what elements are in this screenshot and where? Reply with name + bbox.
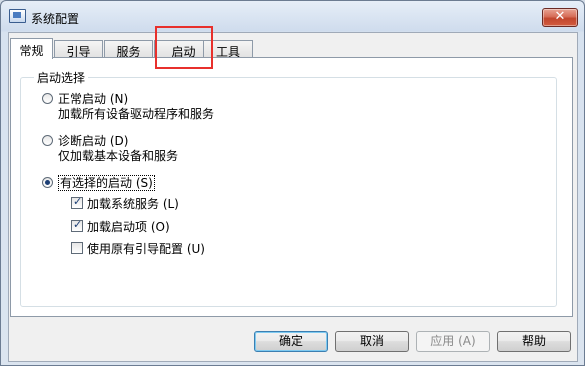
normal-startup-description: 加载所有设备驱动程序和服务 (58, 107, 215, 121)
use-original-boot-config-checkbox[interactable] (71, 242, 83, 254)
selective-startup-radio[interactable] (42, 177, 53, 188)
close-button[interactable]: ✕ (542, 8, 578, 27)
load-startup-items-checkbox[interactable] (71, 218, 83, 232)
diagnostic-startup-radio[interactable] (42, 135, 53, 146)
highlight-box (155, 26, 213, 69)
window-title: 系统配置 (31, 12, 80, 26)
load-system-services-checkbox[interactable] (71, 195, 83, 209)
msconfig-app-icon (9, 9, 26, 23)
tab-services[interactable]: 服务 (104, 40, 153, 59)
use-original-boot-config-label[interactable]: 使用原有引导配置 (U) (87, 240, 205, 257)
tab-general[interactable]: 常规 (10, 38, 53, 59)
normal-startup-radio[interactable] (42, 93, 53, 104)
load-system-services-label[interactable]: 加载系统服务 (L) (87, 195, 179, 212)
title-bar[interactable]: 系统配置 ✕ (1, 1, 584, 31)
apply-button[interactable]: 应用 (A) (416, 331, 490, 352)
cancel-button[interactable]: 取消 (335, 331, 409, 352)
startup-selection-label: 启动选择 (34, 69, 89, 86)
load-startup-items-label[interactable]: 加载启动项 (O) (87, 218, 170, 235)
diagnostic-startup-description: 仅加载基本设备和服务 (58, 149, 179, 163)
selective-startup-label[interactable]: 有选择的启动 (S) (58, 174, 155, 191)
tab-boot[interactable]: 引导 (54, 40, 103, 59)
help-button[interactable]: 帮助 (497, 331, 571, 352)
ok-button[interactable]: 确定 (254, 331, 328, 352)
